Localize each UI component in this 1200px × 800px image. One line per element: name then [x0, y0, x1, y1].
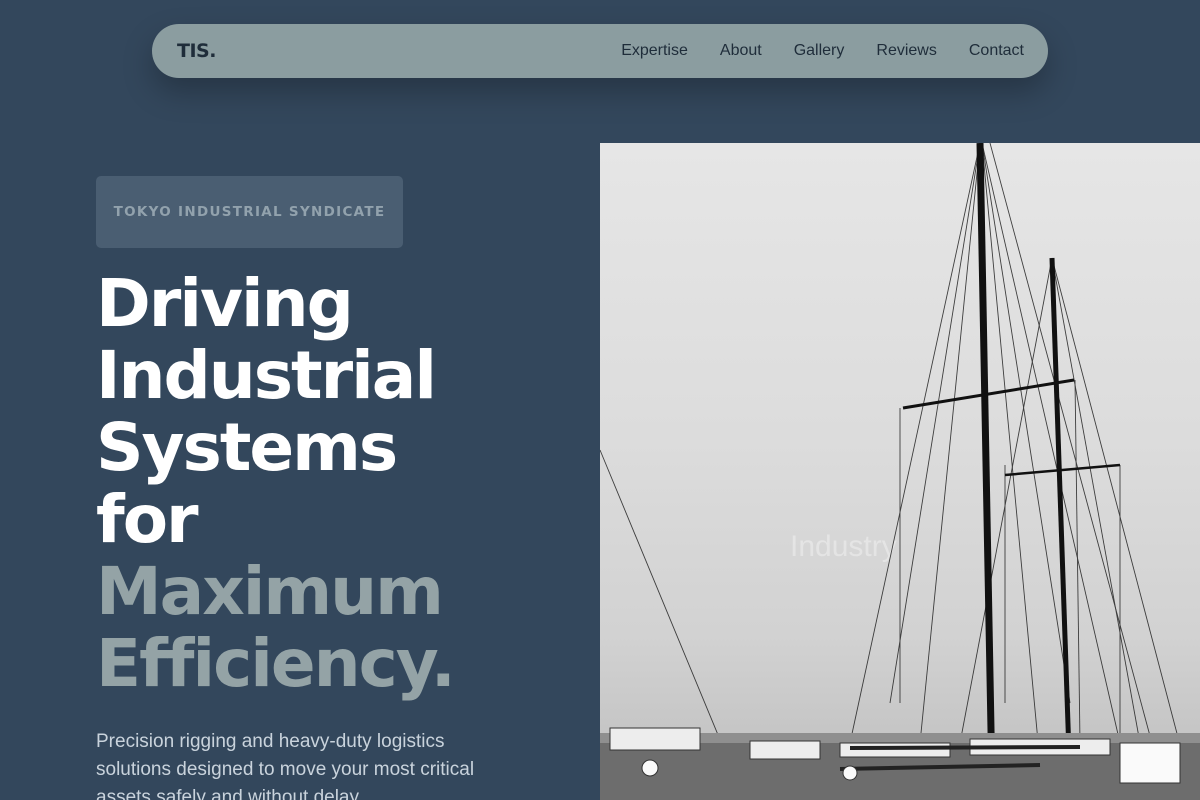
company-badge: TOKYO INDUSTRIAL SYNDICATE [96, 176, 403, 248]
headline-accent-line: Efficiency. [96, 625, 456, 702]
headline-line: Industrial [96, 337, 437, 414]
sailing-ship-masts-photo: Industry [600, 143, 1200, 800]
headline-line: Systems [96, 409, 398, 486]
hero-subtext: Precision rigging and heavy-duty logisti… [96, 731, 475, 800]
nav-link-contact[interactable]: Contact [969, 42, 1024, 60]
nav-link-about[interactable]: About [720, 42, 762, 60]
nav-link-expertise[interactable]: Expertise [621, 42, 688, 60]
headline-line: for [96, 481, 199, 558]
ship-rigging-illustration: Industry [600, 143, 1200, 800]
hero-headline: Driving Industrial Systems for Maximum E… [96, 268, 596, 700]
nav-link-gallery[interactable]: Gallery [794, 42, 845, 60]
logo[interactable]: TIS. [177, 40, 216, 62]
nav-link-reviews[interactable]: Reviews [876, 42, 936, 60]
top-navbar: TIS. Expertise About Gallery Reviews Con… [152, 24, 1048, 78]
image-overlay-text: Industry [790, 530, 897, 563]
nav-links: Expertise About Gallery Reviews Contact [621, 42, 1024, 60]
company-badge-label: TOKYO INDUSTRIAL SYNDICATE [113, 204, 386, 220]
headline-line: Driving [96, 265, 354, 342]
headline-accent-line: Maximum [96, 553, 444, 630]
